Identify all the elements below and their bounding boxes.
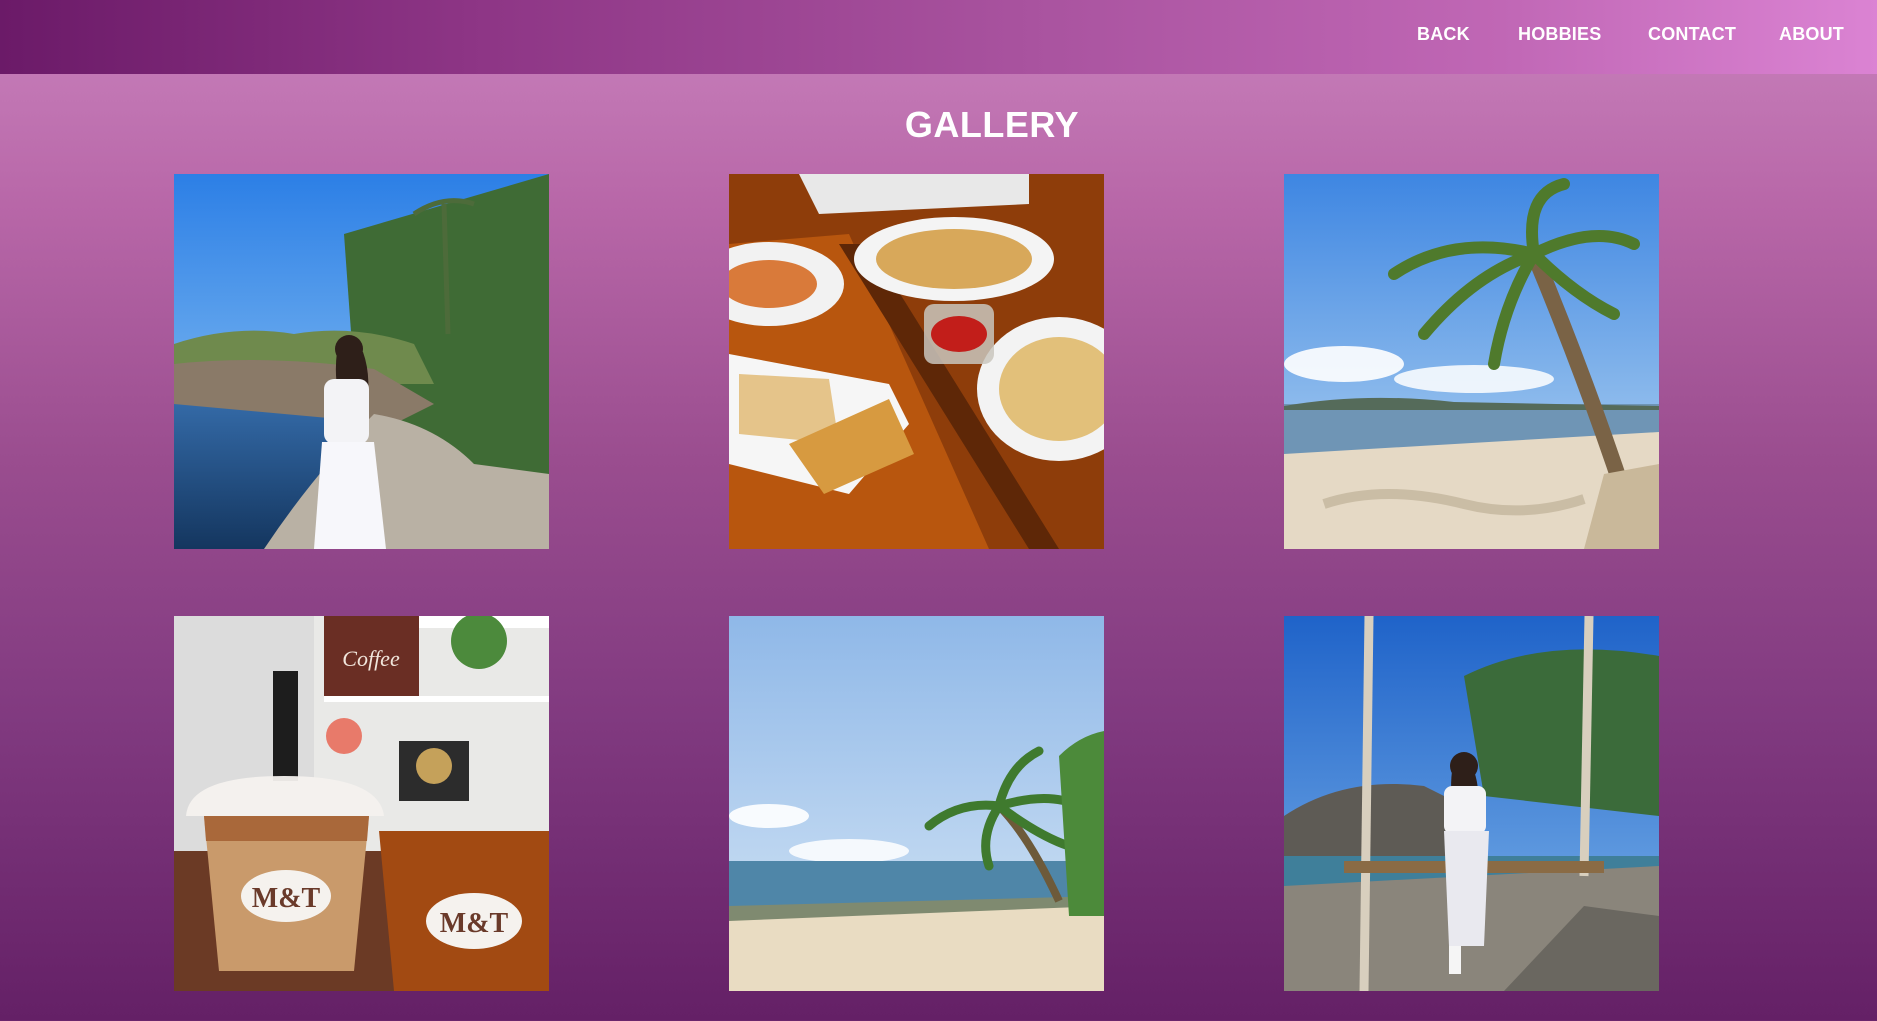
beach-shore-icon xyxy=(729,616,1104,991)
gallery-photo-1[interactable] xyxy=(174,174,549,549)
top-navbar: BACK HOBBIES CONTACT ABOUT xyxy=(0,0,1877,74)
gallery-photo-3[interactable] xyxy=(1284,174,1659,549)
cup-logo-left: M&T xyxy=(252,883,321,914)
nav-contact-link[interactable]: CONTACT xyxy=(1648,24,1736,45)
iced-coffee-drinks-icon: Coffee M&T M&T xyxy=(174,616,549,991)
gallery-photo-5[interactable] xyxy=(729,616,1104,991)
nav-hobbies-link[interactable]: HOBBIES xyxy=(1518,24,1601,45)
rope-swing-portrait-icon xyxy=(1284,616,1659,991)
gallery-photo-4[interactable]: Coffee M&T M&T xyxy=(174,616,549,991)
palm-beach-icon xyxy=(1284,174,1659,549)
gallery-photo-6[interactable] xyxy=(1284,616,1659,991)
nav-about-link[interactable]: ABOUT xyxy=(1779,24,1844,45)
nav-back-link[interactable]: BACK xyxy=(1417,24,1470,45)
coffee-sign-text: Coffee xyxy=(342,646,400,671)
gallery-photo-2[interactable] xyxy=(729,174,1104,549)
page-title: GALLERY xyxy=(904,104,1080,145)
cup-logo-right: M&T xyxy=(440,908,509,939)
beach-rocks-portrait-icon xyxy=(174,174,549,549)
food-table-icon xyxy=(729,174,1104,549)
